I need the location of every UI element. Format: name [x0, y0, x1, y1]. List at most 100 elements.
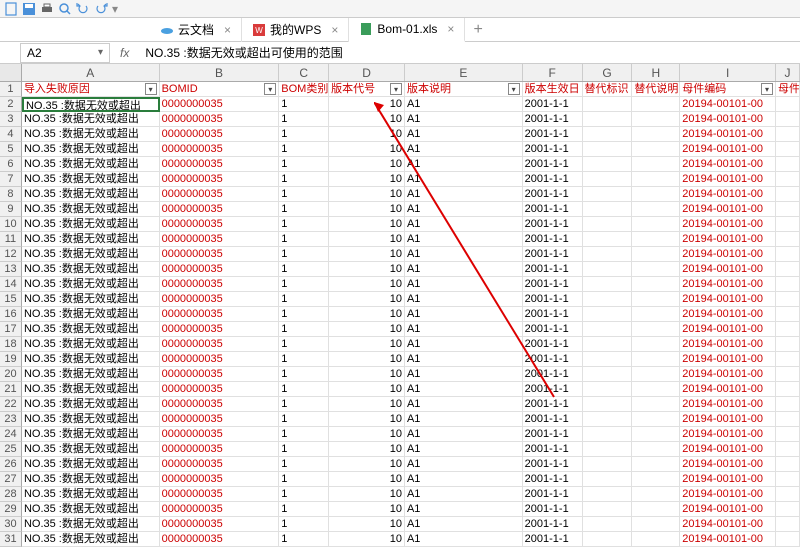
- redo-icon[interactable]: [94, 2, 108, 16]
- cell[interactable]: 10: [329, 337, 405, 352]
- cell[interactable]: NO.35 :数据无效或超出: [22, 352, 160, 367]
- cell[interactable]: [776, 142, 800, 157]
- cell[interactable]: 20194-00101-00: [680, 442, 776, 457]
- cell[interactable]: NO.35 :数据无效或超出: [22, 262, 160, 277]
- row-header[interactable]: 7: [0, 172, 22, 187]
- cell[interactable]: NO.35 :数据无效或超出: [22, 397, 160, 412]
- cell[interactable]: 1: [279, 367, 329, 382]
- cell[interactable]: A1: [405, 487, 523, 502]
- row-header[interactable]: 14: [0, 277, 22, 292]
- cell[interactable]: NO.35 :数据无效或超出: [22, 172, 160, 187]
- cell[interactable]: [583, 322, 633, 337]
- cell[interactable]: 2001-1-1: [523, 97, 583, 112]
- cell[interactable]: A1: [405, 292, 523, 307]
- cell[interactable]: [632, 247, 680, 262]
- cell[interactable]: 10: [329, 427, 405, 442]
- cell[interactable]: NO.35 :数据无效或超出: [22, 502, 160, 517]
- row-header[interactable]: 5: [0, 142, 22, 157]
- col-header[interactable]: A: [22, 64, 160, 81]
- cell[interactable]: 2001-1-1: [523, 487, 583, 502]
- cell[interactable]: 2001-1-1: [523, 202, 583, 217]
- cell[interactable]: 10: [329, 502, 405, 517]
- row-header[interactable]: 11: [0, 232, 22, 247]
- cell[interactable]: 20194-00101-00: [680, 487, 776, 502]
- header-cell[interactable]: 母件▾: [776, 82, 800, 97]
- cell[interactable]: [776, 412, 800, 427]
- cell[interactable]: [776, 352, 800, 367]
- cell[interactable]: [632, 142, 680, 157]
- cell[interactable]: [776, 427, 800, 442]
- cell[interactable]: A1: [405, 247, 523, 262]
- cell[interactable]: 1: [279, 337, 329, 352]
- cell[interactable]: [776, 172, 800, 187]
- cell[interactable]: 0000000035: [160, 322, 280, 337]
- cell[interactable]: 0000000035: [160, 232, 280, 247]
- cell[interactable]: [583, 352, 633, 367]
- header-cell[interactable]: BOMID▾: [160, 82, 280, 97]
- cell[interactable]: 2001-1-1: [523, 532, 583, 547]
- cell[interactable]: 20194-00101-00: [680, 172, 776, 187]
- cell[interactable]: [583, 247, 633, 262]
- close-icon[interactable]: ×: [331, 23, 338, 37]
- tab-cloud-docs[interactable]: 云文档 ×: [150, 18, 242, 42]
- cell[interactable]: NO.35 :数据无效或超出: [22, 307, 160, 322]
- cell[interactable]: [776, 457, 800, 472]
- cell[interactable]: [583, 277, 633, 292]
- cell[interactable]: [632, 277, 680, 292]
- cell[interactable]: A1: [405, 322, 523, 337]
- save-icon[interactable]: [22, 2, 36, 16]
- cell[interactable]: 2001-1-1: [523, 322, 583, 337]
- col-header[interactable]: D: [329, 64, 405, 81]
- cell[interactable]: 2001-1-1: [523, 502, 583, 517]
- cell[interactable]: 1: [279, 307, 329, 322]
- filter-button[interactable]: ▾: [264, 83, 276, 95]
- cell[interactable]: 0000000035: [160, 187, 280, 202]
- cell[interactable]: A1: [405, 352, 523, 367]
- cell[interactable]: 0000000035: [160, 202, 280, 217]
- cell[interactable]: [632, 97, 680, 112]
- cell[interactable]: 10: [329, 202, 405, 217]
- cell[interactable]: 10: [329, 157, 405, 172]
- cell[interactable]: 2001-1-1: [523, 232, 583, 247]
- col-header[interactable]: F: [523, 64, 583, 81]
- cell[interactable]: 20194-00101-00: [680, 127, 776, 142]
- cell[interactable]: 10: [329, 187, 405, 202]
- row-header[interactable]: 13: [0, 262, 22, 277]
- cell[interactable]: NO.35 :数据无效或超出: [22, 337, 160, 352]
- cell[interactable]: [776, 262, 800, 277]
- cell[interactable]: 1: [279, 292, 329, 307]
- cell[interactable]: [583, 337, 633, 352]
- cell[interactable]: [776, 397, 800, 412]
- cell[interactable]: A1: [405, 427, 523, 442]
- cell[interactable]: 20194-00101-00: [680, 277, 776, 292]
- cell[interactable]: 0000000035: [160, 352, 280, 367]
- chevron-down-icon[interactable]: ▾: [98, 47, 103, 58]
- cell[interactable]: 1: [279, 277, 329, 292]
- row-header[interactable]: 12: [0, 247, 22, 262]
- cell[interactable]: 1: [279, 502, 329, 517]
- cell[interactable]: A1: [405, 127, 523, 142]
- cell[interactable]: A1: [405, 412, 523, 427]
- formula-input[interactable]: [139, 43, 800, 63]
- cell[interactable]: 1: [279, 127, 329, 142]
- row-header[interactable]: 30: [0, 517, 22, 532]
- cell[interactable]: 2001-1-1: [523, 157, 583, 172]
- cell[interactable]: [776, 127, 800, 142]
- cell[interactable]: 20194-00101-00: [680, 157, 776, 172]
- col-header[interactable]: I: [680, 64, 776, 81]
- cell[interactable]: [583, 457, 633, 472]
- cell[interactable]: 1: [279, 142, 329, 157]
- cell[interactable]: 1: [279, 472, 329, 487]
- cell[interactable]: 20194-00101-00: [680, 202, 776, 217]
- cell[interactable]: NO.35 :数据无效或超出: [22, 232, 160, 247]
- print-icon[interactable]: [40, 2, 54, 16]
- fx-button[interactable]: fx: [110, 46, 139, 60]
- cell[interactable]: 2001-1-1: [523, 382, 583, 397]
- cell[interactable]: 0000000035: [160, 382, 280, 397]
- cell[interactable]: [583, 142, 633, 157]
- cell[interactable]: 0000000035: [160, 112, 280, 127]
- cell[interactable]: NO.35 :数据无效或超出: [22, 112, 160, 127]
- cell[interactable]: NO.35 :数据无效或超出: [22, 277, 160, 292]
- cell[interactable]: 10: [329, 277, 405, 292]
- cell[interactable]: A1: [405, 112, 523, 127]
